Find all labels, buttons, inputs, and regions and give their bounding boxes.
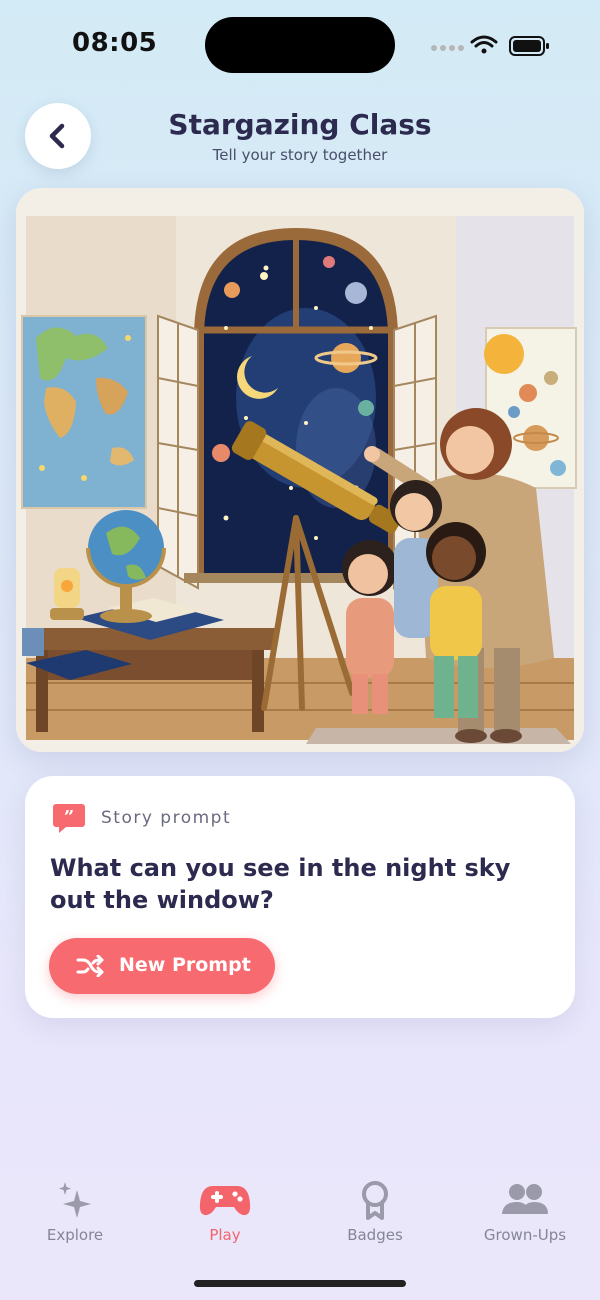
- prompt-question: What can you see in the night sky out th…: [50, 854, 511, 914]
- page-subtitle: Tell your story together: [212, 146, 388, 164]
- tab-grown-ups-label: Grown-Ups: [483, 1226, 567, 1244]
- dynamic-island: [205, 17, 395, 73]
- new-prompt-button[interactable]: New Prompt: [49, 938, 275, 994]
- tab-grown-ups[interactable]: Grown-Ups: [455, 1180, 595, 1260]
- status-time: 08:05: [72, 28, 158, 58]
- home-indicator: [194, 1280, 406, 1287]
- wifi-icon: [470, 35, 498, 54]
- tab-badges-label: Badges: [347, 1226, 403, 1244]
- tab-explore-label: Explore: [46, 1226, 104, 1244]
- badge-icon: [362, 1181, 388, 1220]
- new-prompt-label: New Prompt: [119, 954, 251, 976]
- tab-play[interactable]: Play: [155, 1180, 295, 1260]
- back-button[interactable]: [25, 103, 91, 169]
- cellular-icon: [431, 45, 464, 51]
- gamepad-icon: [199, 1186, 251, 1216]
- page-title: Stargazing Class: [168, 108, 432, 141]
- svg-text:”: ”: [64, 807, 74, 828]
- status-icons: [431, 35, 549, 56]
- battery-icon: [509, 36, 549, 56]
- prompt-label: Story prompt: [101, 808, 232, 828]
- tab-explore[interactable]: Explore: [5, 1180, 145, 1260]
- scene-illustration: [16, 188, 584, 752]
- sparkles-icon: [59, 1182, 91, 1218]
- story-prompt-card: ” Story prompt What can you see in the n…: [25, 776, 575, 1018]
- quote-bubble-icon: ”: [53, 804, 85, 833]
- chevron-left-icon: [49, 123, 65, 149]
- shuffle-icon: [76, 955, 104, 977]
- tab-badges[interactable]: Badges: [305, 1180, 445, 1260]
- people-icon: [502, 1184, 548, 1214]
- tab-play-label: Play: [209, 1226, 241, 1244]
